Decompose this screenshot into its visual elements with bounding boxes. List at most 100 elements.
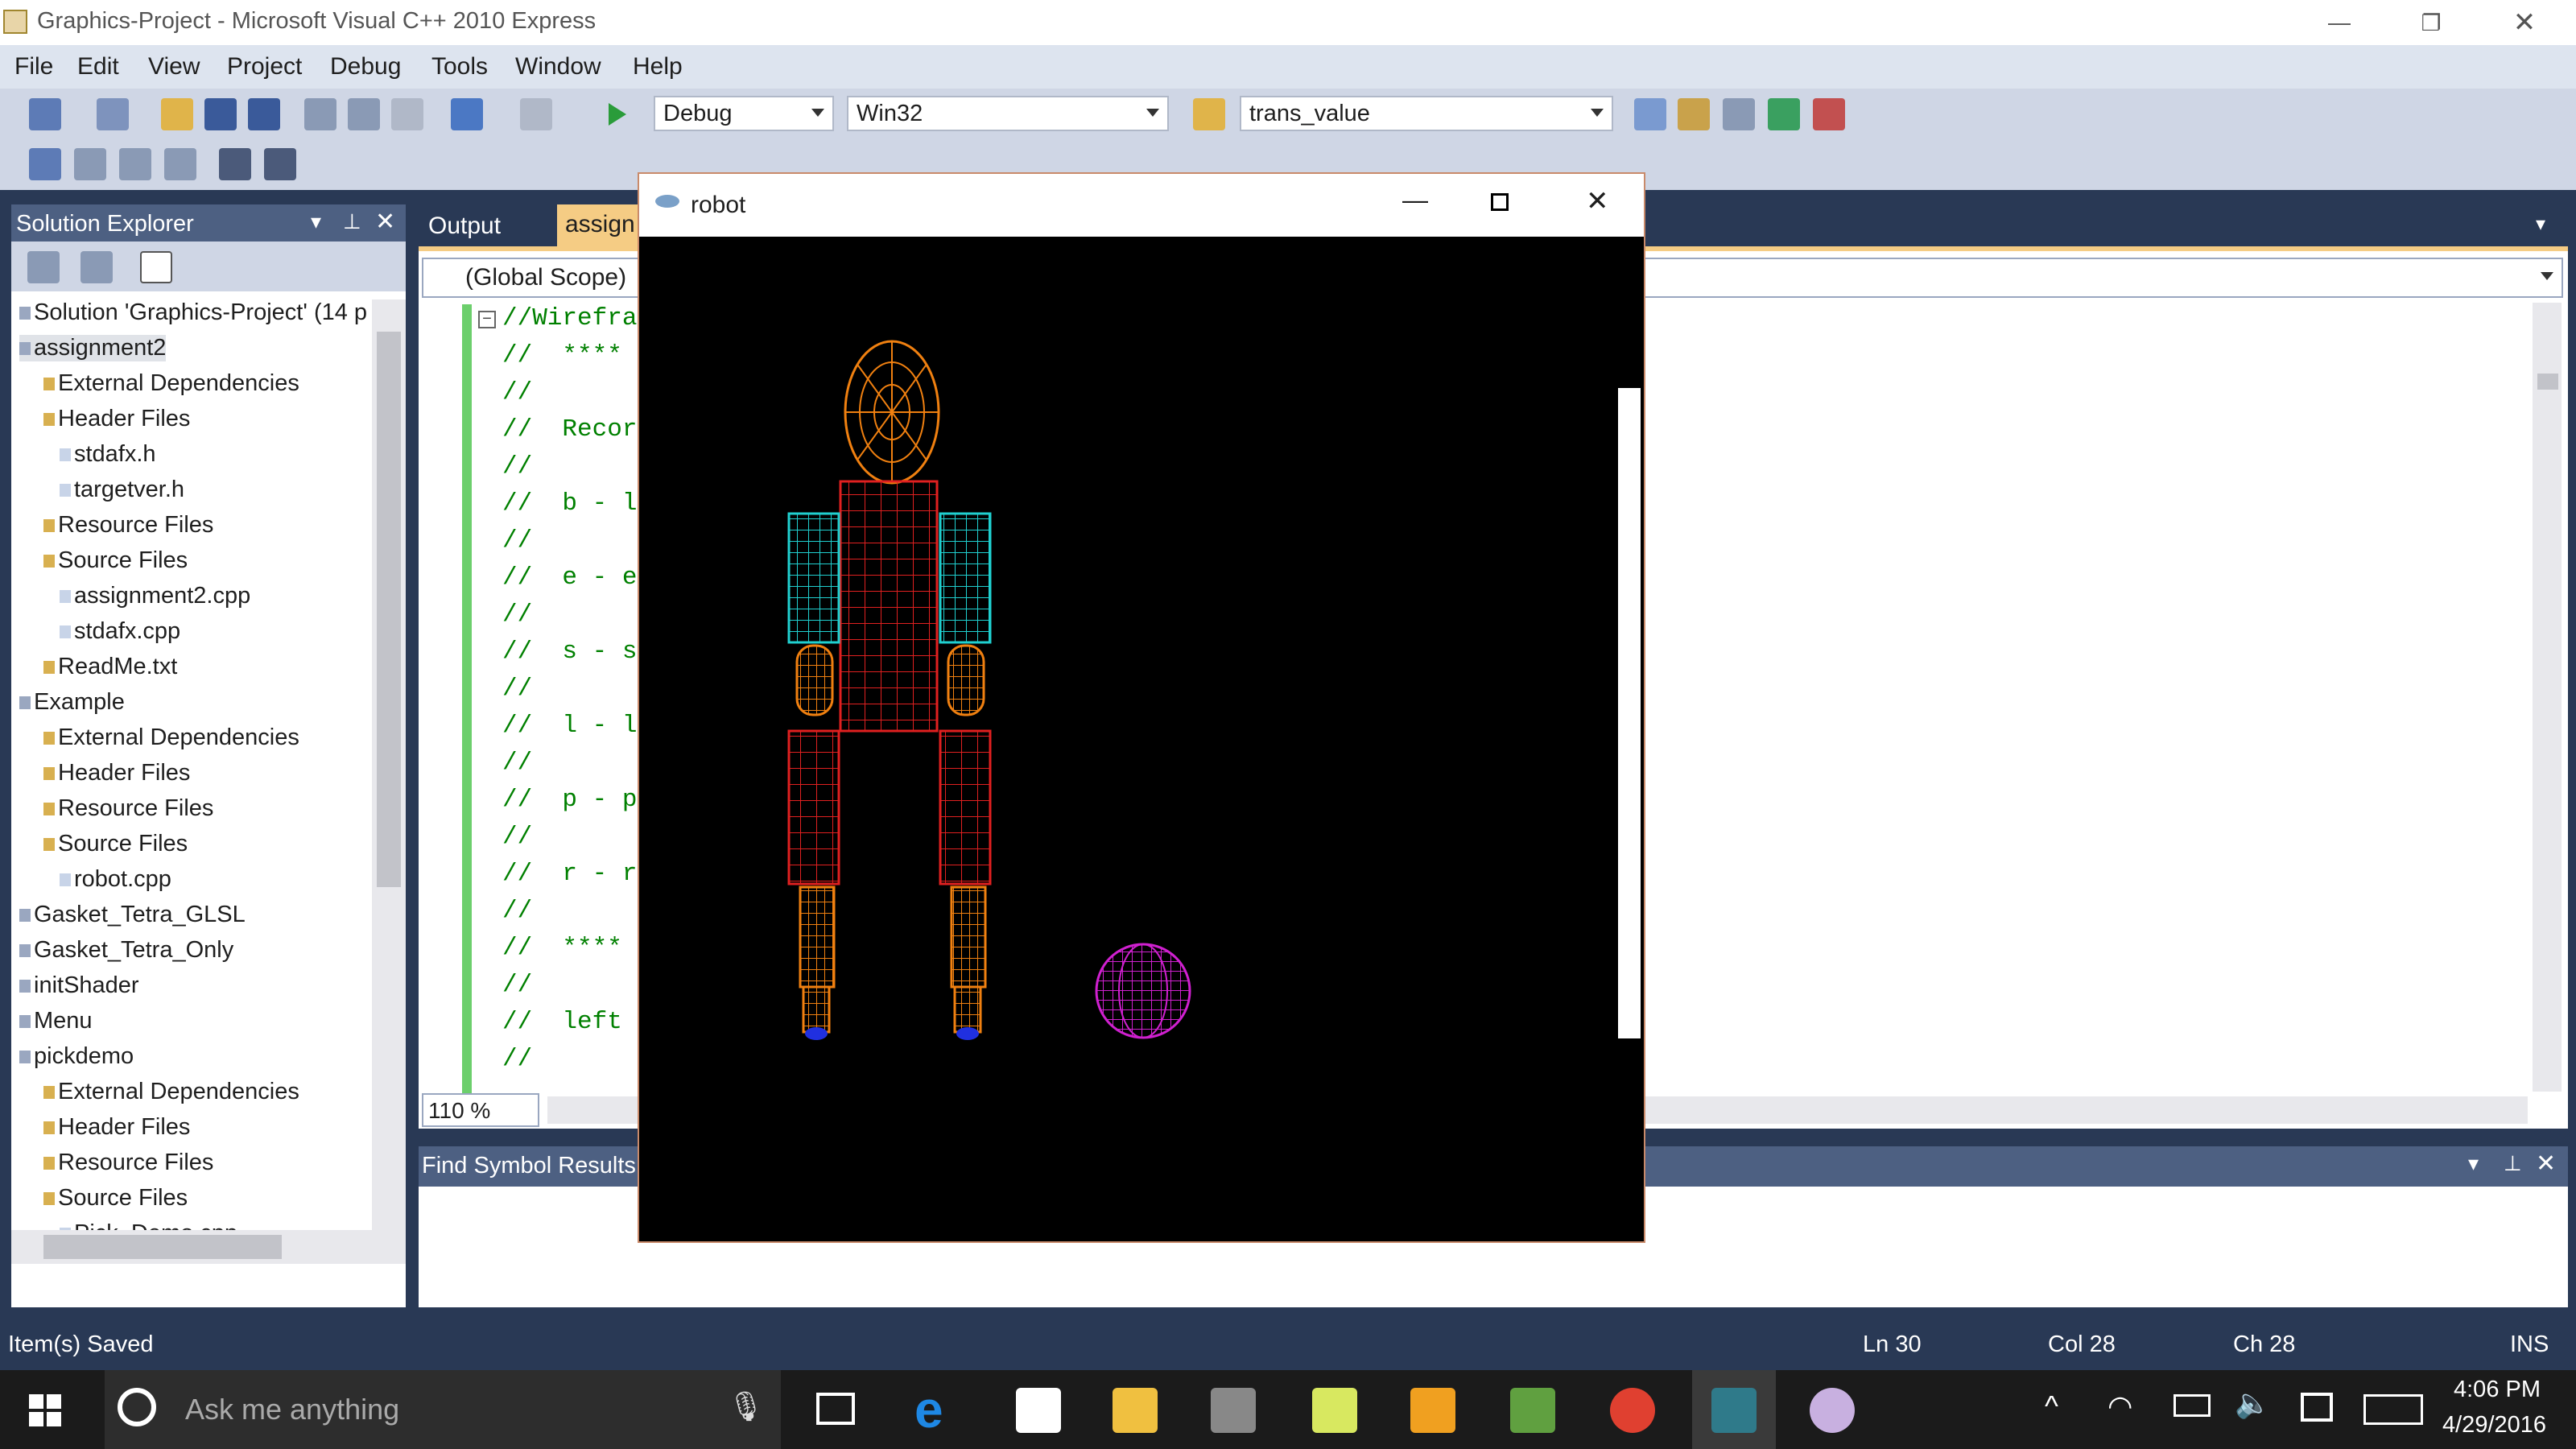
volume-icon[interactable]: 🔈 xyxy=(2235,1386,2271,1420)
find-pane-dropdown-icon[interactable]: ▾ xyxy=(2468,1151,2479,1176)
pane-dropdown-icon[interactable]: ▾ xyxy=(311,209,321,234)
tab-overflow-icon[interactable]: ▾ xyxy=(2536,213,2545,236)
tree-item[interactable]: Menu xyxy=(19,1008,93,1034)
tree-item[interactable]: initShader xyxy=(19,972,139,999)
keyboard-icon[interactable] xyxy=(2363,1394,2423,1425)
tree-item[interactable]: Resource Files xyxy=(43,795,213,822)
tab-output[interactable]: Output xyxy=(428,213,501,240)
tree-item[interactable]: Header Files xyxy=(43,760,190,786)
tree-item[interactable]: Source Files xyxy=(43,547,188,574)
new-project-icon[interactable] xyxy=(29,98,61,130)
robot-minimize-button[interactable]: — xyxy=(1402,185,1428,215)
param-info-icon[interactable] xyxy=(74,148,106,180)
start-button-icon[interactable] xyxy=(29,1394,61,1426)
tree-item[interactable]: Pick_Demo.cpp xyxy=(60,1220,237,1230)
robot-maximize-button[interactable] xyxy=(1491,193,1509,211)
tree-item[interactable]: assignment2.cpp xyxy=(60,583,250,609)
robot-window[interactable]: robot — ✕ xyxy=(638,172,1645,1243)
properties-pane-icon[interactable] xyxy=(140,251,172,283)
microphone-icon[interactable]: 🎙 xyxy=(728,1389,765,1423)
show-all-files-icon[interactable] xyxy=(27,251,60,283)
pane-close-icon[interactable]: ✕ xyxy=(375,208,395,236)
menu-file[interactable]: File xyxy=(14,53,53,80)
add-item-icon[interactable] xyxy=(97,98,129,130)
tree-item[interactable]: stdafx.h xyxy=(60,441,156,468)
indent-icon[interactable] xyxy=(264,148,296,180)
calculator-icon[interactable] xyxy=(1211,1388,1256,1433)
app-icon-3[interactable] xyxy=(1510,1388,1555,1433)
collapse-icon[interactable]: − xyxy=(478,311,496,328)
tree-item[interactable]: robot.cpp xyxy=(60,866,171,893)
tree-item[interactable]: stdafx.cpp xyxy=(60,618,180,645)
menu-window[interactable]: Window xyxy=(515,53,601,80)
tree-horizontal-scrollbar[interactable] xyxy=(11,1230,406,1264)
paint-icon[interactable] xyxy=(1810,1388,1855,1433)
running-app-icon[interactable] xyxy=(1711,1388,1757,1433)
wifi-icon[interactable]: ◠ xyxy=(2107,1389,2132,1423)
open-file-icon[interactable] xyxy=(161,98,193,130)
menu-tools[interactable]: Tools xyxy=(431,53,488,80)
editor-vertical-scrollbar[interactable] xyxy=(2533,303,2562,1092)
save-icon[interactable] xyxy=(204,98,237,130)
tree-item[interactable]: targetver.h xyxy=(60,477,184,503)
properties-icon[interactable] xyxy=(1678,98,1710,130)
paste-icon[interactable] xyxy=(391,98,423,130)
save-all-icon[interactable] xyxy=(248,98,280,130)
outdent-icon[interactable] xyxy=(219,148,251,180)
platform-dropdown[interactable]: Win32 xyxy=(847,96,1169,131)
tree-item[interactable]: Source Files xyxy=(43,831,188,857)
store-icon[interactable] xyxy=(1016,1388,1061,1433)
find-close-icon[interactable]: ✕ xyxy=(2536,1150,2556,1178)
minimize-button[interactable]: — xyxy=(2302,0,2376,45)
tree-vertical-scrollbar[interactable] xyxy=(372,299,406,1230)
clock-time[interactable]: 4:06 PM xyxy=(2454,1377,2541,1403)
font-icon[interactable] xyxy=(164,148,196,180)
word-completion-icon[interactable] xyxy=(119,148,151,180)
app-icon-1[interactable] xyxy=(1312,1388,1357,1433)
find-pin-icon[interactable]: ⊥ xyxy=(2504,1151,2522,1176)
tree-item[interactable]: Header Files xyxy=(43,1114,190,1141)
tree-item[interactable]: Resource Files xyxy=(43,1150,213,1176)
restore-button[interactable]: ❐ xyxy=(2394,0,2468,45)
robot-canvas[interactable] xyxy=(639,237,1644,1241)
cortana-search-box[interactable]: Ask me anything 🎙 xyxy=(105,1370,781,1449)
task-view-icon[interactable] xyxy=(816,1393,855,1425)
configuration-dropdown[interactable]: Debug xyxy=(654,96,834,131)
tree-item[interactable]: External Dependencies xyxy=(43,724,299,751)
notifications-icon[interactable] xyxy=(2301,1393,2333,1422)
tree-item[interactable]: Gasket_Tetra_GLSL xyxy=(19,902,246,928)
cut-icon[interactable] xyxy=(304,98,336,130)
refresh-icon[interactable] xyxy=(80,251,113,283)
tree-item[interactable]: External Dependencies xyxy=(43,1079,299,1105)
start-page-icon[interactable] xyxy=(1768,98,1800,130)
menu-debug[interactable]: Debug xyxy=(330,53,401,80)
pin-icon[interactable]: ⊥ xyxy=(343,209,361,234)
zoom-dropdown[interactable]: 110 % xyxy=(422,1093,539,1127)
tree-item[interactable]: assignment2 xyxy=(19,335,167,361)
toolbox-icon[interactable] xyxy=(1813,98,1845,130)
tab-assignment2[interactable]: assign xyxy=(557,204,638,246)
tree-item[interactable]: External Dependencies xyxy=(43,370,299,397)
tree-item[interactable]: pickdemo xyxy=(19,1043,134,1070)
edge-browser-icon[interactable]: e xyxy=(914,1381,943,1438)
tree-hscroll-thumb[interactable] xyxy=(43,1235,282,1259)
tree-item[interactable]: Header Files xyxy=(43,406,190,432)
menu-help[interactable]: Help xyxy=(633,53,683,80)
robot-close-button[interactable]: ✕ xyxy=(1586,185,1609,217)
menu-view[interactable]: View xyxy=(148,53,200,80)
chrome-icon[interactable] xyxy=(1610,1388,1655,1433)
find-combo[interactable]: trans_value xyxy=(1240,96,1613,131)
editor-scroll-thumb[interactable] xyxy=(2537,374,2558,390)
show-hidden-icons-icon[interactable]: ^ xyxy=(2045,1389,2058,1423)
tree-item[interactable]: Resource Files xyxy=(43,512,213,539)
app-icon-2[interactable] xyxy=(1410,1388,1455,1433)
display-quick-info-icon[interactable] xyxy=(29,148,61,180)
tools-icon[interactable] xyxy=(1723,98,1755,130)
tree-item[interactable]: Source Files xyxy=(43,1185,188,1212)
file-explorer-icon[interactable] xyxy=(1113,1388,1158,1433)
find-symbol-icon[interactable] xyxy=(1634,98,1666,130)
menu-edit[interactable]: Edit xyxy=(77,53,119,80)
battery-icon[interactable] xyxy=(2174,1394,2211,1417)
tree-item[interactable]: Solution 'Graphics-Project' (14 p xyxy=(19,299,367,326)
tree-item[interactable]: ReadMe.txt xyxy=(43,654,177,680)
